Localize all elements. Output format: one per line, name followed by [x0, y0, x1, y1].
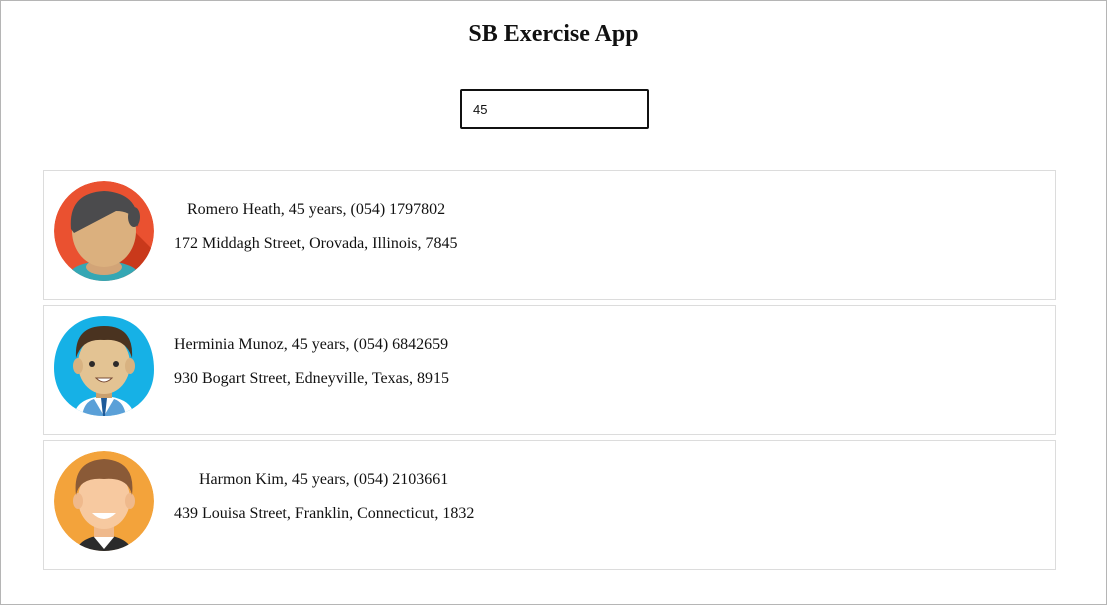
user-info: Harmon Kim, 45 years, (054) 2103661 439 … — [174, 469, 474, 525]
male-avatar-icon — [54, 451, 154, 551]
search-input[interactable] — [460, 89, 649, 129]
user-summary: Herminia Munoz, 45 years, (054) 6842659 — [174, 336, 449, 353]
app-title: SB Exercise App — [468, 21, 639, 47]
user-address: 439 Louisa Street, Franklin, Connecticut… — [174, 505, 475, 522]
male-avatar-icon — [54, 316, 154, 416]
female-avatar-icon — [54, 181, 154, 281]
user-info: Herminia Munoz, 45 years, (054) 6842659 … — [174, 334, 449, 390]
user-card: Romero Heath, 45 years, (054) 1797802 17… — [43, 170, 1056, 300]
user-address: 172 Middagh Street, Orovada, Illinois, 7… — [174, 235, 458, 252]
user-summary: Harmon Kim, 45 years, (054) 2103661 — [199, 471, 449, 488]
user-list: Romero Heath, 45 years, (054) 1797802 17… — [43, 170, 1056, 575]
user-summary: Romero Heath, 45 years, (054) 1797802 — [187, 201, 446, 218]
user-address: 930 Bogart Street, Edneyville, Texas, 89… — [174, 370, 449, 387]
user-card: Harmon Kim, 45 years, (054) 2103661 439 … — [43, 440, 1056, 570]
user-card: Herminia Munoz, 45 years, (054) 6842659 … — [43, 305, 1056, 435]
user-info: Romero Heath, 45 years, (054) 1797802 17… — [174, 199, 458, 255]
